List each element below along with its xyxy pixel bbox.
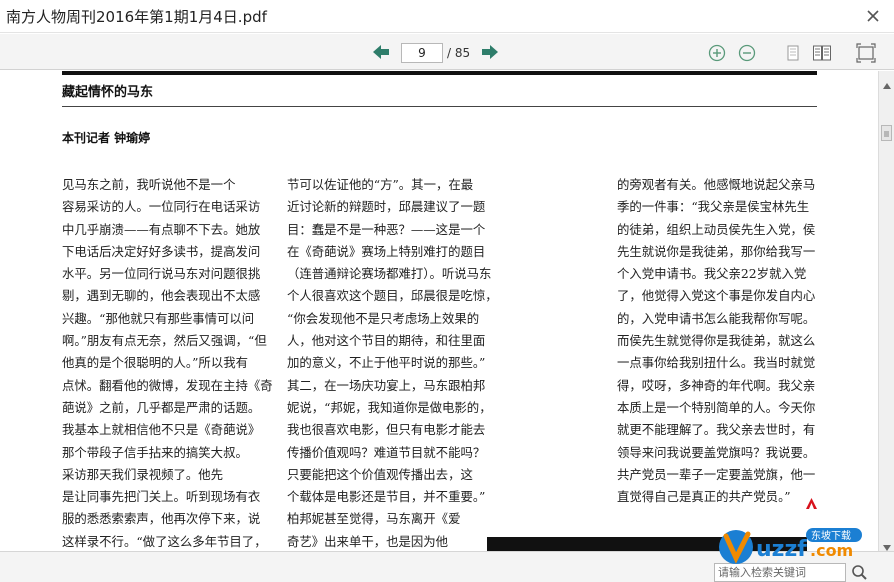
text-line: 得，哎呀，多神奇的年代啊。我父亲 bbox=[617, 377, 816, 393]
text-line: 点怵。翻看他的微博，发现在主持《奇 bbox=[62, 377, 273, 393]
scroll-down-button[interactable] bbox=[882, 537, 892, 551]
text-line: 领导来问我说要盖党旗吗？我说要。 bbox=[617, 444, 816, 460]
text-line: 加的意义，不止于他平时说的那些。” bbox=[287, 355, 486, 371]
text-line: 个载体是电影还是节目，并不重要。” bbox=[287, 489, 486, 505]
header-rule bbox=[62, 71, 817, 75]
text-line: 季的一件事：“我父亲是侯宝林先生 bbox=[617, 199, 810, 215]
text-line: 我基本上就相信他不只是《奇葩说》 bbox=[62, 422, 261, 438]
text-line: 直觉得自己是真正的共产党员。” bbox=[617, 489, 791, 505]
text-line: 而侯先生就觉得你是我徒弟，就这么 bbox=[617, 333, 816, 349]
previous-page-button[interactable] bbox=[372, 44, 390, 60]
next-page-button[interactable] bbox=[481, 44, 499, 60]
grip-icon bbox=[884, 131, 889, 137]
text-line: 人，他对这个节目的期待，和往里面 bbox=[287, 333, 486, 349]
text-line: 采访那天我们录视频了。他先 bbox=[62, 466, 224, 482]
single-page-icon bbox=[787, 45, 799, 61]
text-line: 剔，遇到无聊的，他会表现出不太感 bbox=[62, 288, 261, 304]
text-line: 他真的是个很聪明的人。”所以我有 bbox=[62, 355, 248, 371]
document-viewport[interactable]: 藏起情怀的马东 本刊记者 钟瑜婷 见马东之前，我听说他不是一个容易采访的人。一位… bbox=[0, 71, 878, 551]
text-line: 先生就说你是我徒弟，那你给我写一 bbox=[617, 243, 816, 259]
text-line: 是让同事先把门关上。听到现场有衣 bbox=[62, 489, 261, 505]
text-line: 节可以佐证他的“方”。其一，在最 bbox=[287, 177, 474, 192]
text-line: 兴趣。“那他就只有那些事情可以问 bbox=[62, 310, 255, 326]
text-line: 水平。另一位同行说马东对问题很挑 bbox=[62, 266, 261, 282]
vertical-scrollbar[interactable] bbox=[878, 71, 894, 551]
two-page-icon bbox=[813, 45, 831, 61]
text-line: 的，入党申请书怎么能我帮你写呢。 bbox=[617, 310, 816, 326]
text-line: 的旁观者有关。他感慨地说起父亲马 bbox=[617, 177, 816, 192]
text-line: 的徒弟，组织上动员侯先生入党，侯 bbox=[617, 221, 816, 237]
text-line: 一点事你给我别扭什么。我当时就觉 bbox=[617, 355, 816, 371]
text-line: （连普通辩论赛场都难打）。听说马东 bbox=[287, 266, 492, 282]
article-byline: 本刊记者 钟瑜婷 bbox=[62, 131, 151, 145]
end-of-article-icon bbox=[805, 495, 818, 509]
text-line: 这样录不行。“做了这么多年节目了， bbox=[62, 533, 267, 549]
text-line: 柏邦妮甚至觉得，马东离开《爱 bbox=[287, 511, 461, 527]
text-line: 中几乎崩溃——有点聊不下去。她放 bbox=[62, 221, 261, 237]
scroll-thumb[interactable] bbox=[881, 125, 892, 141]
text-line: 个入党申请书。我父亲22岁就入党 bbox=[617, 266, 807, 282]
text-line: 在《奇葩说》赛场上特别难打的题目 bbox=[287, 243, 486, 259]
article-title: 藏起情怀的马东 bbox=[62, 85, 154, 100]
page-total: / 85 bbox=[447, 46, 471, 60]
zoom-in-icon bbox=[708, 44, 726, 62]
text-line: 下电话后决定好好多读书，提高发问 bbox=[62, 243, 261, 259]
text-column-3: 的旁观者有关。他感慨地说起父亲马 季的一件事：“我父亲是侯宝林先生 的徒弟，组织上动… bbox=[617, 174, 822, 508]
text-line: 只要能把这个价值观传播出去，这 bbox=[287, 466, 473, 482]
text-line: 了，他觉得入党这个事是你发自内心 bbox=[617, 288, 816, 304]
fullscreen-button[interactable] bbox=[856, 43, 876, 63]
text-column-1: 见马东之前，我听说他不是一个容易采访的人。一位同行在电话采访 中几乎崩溃——有点聊… bbox=[62, 174, 277, 551]
close-icon bbox=[867, 10, 879, 22]
text-line: “你会发现他不是只考虑场上效果的 bbox=[287, 310, 480, 326]
text-line: 近讨论新的辩题时，邱晨建议了一题 bbox=[287, 199, 486, 215]
zoom-out-icon bbox=[738, 44, 756, 62]
arrow-left-icon bbox=[373, 45, 389, 59]
arrow-right-icon bbox=[482, 45, 498, 59]
text-line: 传播价值观吗？难道节目就不能吗？ bbox=[287, 444, 486, 460]
window-titlebar: 南方人物周刊2016年第1期1月4日.pdf bbox=[0, 0, 894, 33]
zoom-in-button[interactable] bbox=[707, 43, 727, 63]
triangle-up-icon bbox=[883, 83, 891, 89]
text-line: 见马东之前，我听说他不是一个 bbox=[62, 177, 236, 192]
text-line: 本质上是一个特别简单的人。今天你 bbox=[617, 399, 816, 415]
text-line: 容易采访的人。一位同行在电话采访 bbox=[62, 199, 261, 215]
single-page-view-button[interactable] bbox=[783, 43, 803, 63]
text-line: 个人很喜欢这个题目，邱晨很是吃惊， bbox=[287, 288, 498, 304]
text-line: 其二，在一场庆功宴上，马东跟柏邦 bbox=[287, 377, 486, 393]
title-divider bbox=[62, 106, 817, 107]
text-line: 葩说》之前，几乎都是严肃的话题。 bbox=[62, 399, 261, 415]
text-line: 那个带段子信手拈来的搞笑大叔。 bbox=[62, 444, 248, 460]
text-line: 就更不能理解了。我父亲去世时，有 bbox=[617, 422, 816, 438]
svg-text:uzzf: uzzf bbox=[756, 537, 807, 562]
page-number-input[interactable] bbox=[401, 43, 443, 63]
zoom-out-button[interactable] bbox=[737, 43, 757, 63]
text-column-2: 节可以佐证他的“方”。其一，在最 近讨论新的辩题时，邱晨建议了一题 目：蠢是不是一种… bbox=[287, 174, 502, 551]
two-page-view-button[interactable] bbox=[812, 43, 832, 63]
text-line: 啊。”朋友有点无奈，然后又强调，“但 bbox=[62, 333, 267, 349]
text-line: 妮说，“邦妮，我知道你是做电影的， bbox=[287, 399, 492, 415]
pdf-page: 藏起情怀的马东 本刊记者 钟瑜婷 见马东之前，我听说他不是一个容易采访的人。一位… bbox=[0, 71, 878, 551]
svg-text:东坡下载: 东坡下载 bbox=[811, 529, 851, 542]
viewer-toolbar: / 85 bbox=[0, 34, 894, 70]
window-title: 南方人物周刊2016年第1期1月4日.pdf bbox=[6, 8, 267, 26]
text-line: 共产党员一辈子一定要盖党旗，他一 bbox=[617, 466, 816, 482]
close-button[interactable] bbox=[862, 5, 884, 27]
svg-text:.com: .com bbox=[810, 541, 853, 560]
text-line: 我也很喜欢电影，但只有电影才能去 bbox=[287, 422, 486, 438]
text-line: 奇艺》出来单干，也是因为他 bbox=[287, 533, 449, 549]
scroll-up-button[interactable] bbox=[882, 75, 892, 89]
text-line: 服的悉悉索索声，他再次停下来，说 bbox=[62, 511, 261, 527]
text-line: 目：蠢是不是一种恶？——这是一个 bbox=[287, 221, 486, 237]
site-watermark-logo: uzzf .com 东坡下载 bbox=[714, 526, 864, 568]
fullscreen-icon bbox=[856, 43, 876, 63]
